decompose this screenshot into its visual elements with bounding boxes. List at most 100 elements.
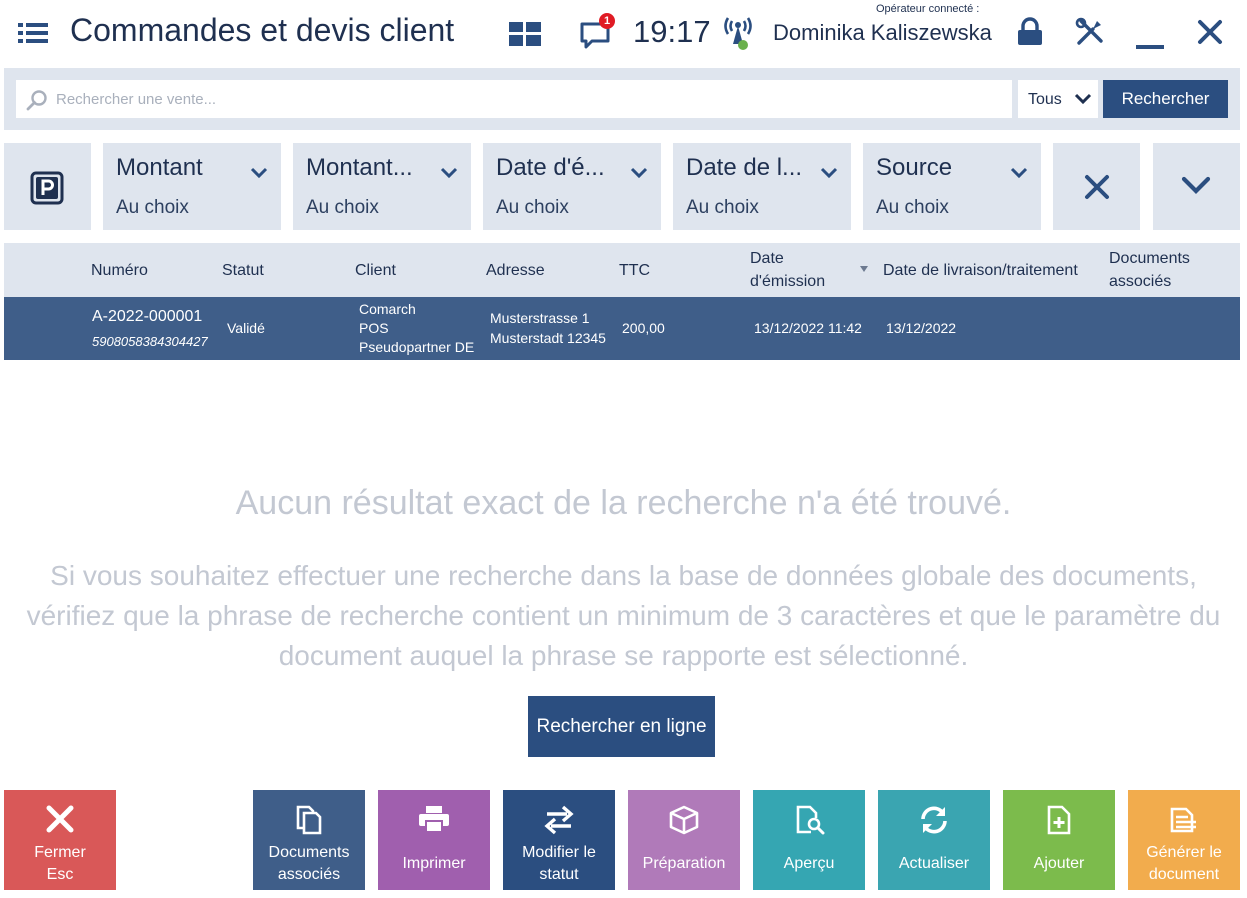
preparation-button[interactable]: Préparation [628, 790, 740, 890]
chevron-down-icon [440, 167, 458, 179]
row-numero: A-2022-000001 [92, 308, 203, 325]
column-header-ttc[interactable]: TTC [619, 259, 650, 282]
button-label: statut [539, 866, 579, 883]
swap-arrows-icon [544, 805, 574, 835]
connection-status-icon[interactable] [721, 14, 755, 57]
column-header-documents[interactable]: Documents associés [1109, 247, 1190, 293]
clock: 19:17 [633, 14, 711, 49]
sort-descending-icon [860, 266, 868, 272]
filter-value: Au choix [116, 197, 189, 218]
filter-value: Au choix [686, 197, 759, 218]
filter-value: Au choix [306, 197, 379, 218]
generate-document-button[interactable]: Générer le document [1128, 790, 1240, 890]
scope-select[interactable]: Tous [1018, 80, 1098, 118]
column-header-statut[interactable]: Statut [222, 259, 264, 282]
filter-title: Date d'é... [496, 154, 605, 181]
filter-title: Source [876, 154, 953, 181]
empty-state-title: Aucun résultat exact de la recherche n'a… [235, 484, 1012, 522]
documents-icon [296, 805, 322, 835]
filter-montant-2[interactable]: Montant... Au choix [293, 143, 471, 230]
filter-value: Au choix [496, 197, 569, 218]
close-icon [1085, 175, 1109, 199]
column-header-numero[interactable]: Numéro [91, 259, 148, 282]
chevron-down-icon [250, 167, 268, 179]
clear-filters-button[interactable] [1053, 143, 1140, 230]
tiles-icon[interactable] [509, 22, 541, 51]
chevron-down-icon [1074, 93, 1092, 105]
box-icon [669, 805, 699, 835]
preview-button[interactable]: Aperçu [753, 790, 865, 890]
column-header-label: Documents [1109, 250, 1190, 267]
header: Commandes et devis client 1 19:17 Opérat… [0, 0, 1247, 68]
search-button[interactable]: Rechercher [1103, 80, 1228, 118]
filter-title: Montant [116, 154, 203, 181]
filter-title: Date de l... [686, 154, 803, 181]
row-adresse: Musterstadt 12345 [490, 330, 606, 346]
change-status-button[interactable]: Modifier le statut [503, 790, 615, 890]
filter-date-emission[interactable]: Date d'é... Au choix [483, 143, 661, 230]
add-button[interactable]: Ajouter [1003, 790, 1115, 890]
button-label: Aperçu [783, 855, 835, 872]
parking-icon [30, 171, 64, 205]
lock-icon[interactable] [1016, 17, 1044, 52]
column-header-client[interactable]: Client [355, 259, 396, 282]
column-header-adresse[interactable]: Adresse [486, 259, 545, 282]
table-row[interactable]: A-2022-000001 5908058384304427 Validé Co… [4, 297, 1240, 360]
generate-document-icon [1170, 807, 1196, 833]
filter-montant[interactable]: Montant Au choix [103, 143, 281, 230]
table-header: Numéro Statut Client Adresse TTC Date d'… [4, 243, 1240, 297]
close-icon [46, 805, 74, 833]
associated-documents-button[interactable]: Documents associés [253, 790, 365, 890]
search-field[interactable] [16, 80, 1012, 118]
minimize-icon[interactable] [1136, 38, 1164, 56]
button-label: Actualiser [898, 855, 970, 872]
search-icon [26, 90, 47, 111]
button-label: Imprimer [402, 855, 466, 872]
expand-filters-button[interactable] [1153, 143, 1240, 230]
button-label: Préparation [642, 855, 726, 872]
chevron-down-icon [820, 167, 838, 179]
search-input[interactable] [56, 80, 1006, 118]
row-code: 5908058384304427 [92, 334, 208, 349]
button-label: associés [277, 866, 341, 883]
chevron-down-icon [1010, 167, 1028, 179]
row-client: Pseudopartner DE [359, 339, 474, 355]
filter-title: Montant... [306, 154, 413, 181]
column-header-date-livraison[interactable]: Date de livraison/traitement [883, 259, 1078, 282]
button-label: Documents [268, 844, 350, 861]
notification-badge: 1 [599, 13, 615, 29]
button-label: Modifier le [522, 844, 596, 861]
column-header-label: Date [750, 250, 784, 267]
row-date-emission: 13/12/2022 11:42 [754, 320, 862, 336]
refresh-icon [921, 806, 947, 834]
close-window-icon[interactable] [1197, 19, 1223, 50]
row-adresse: Musterstrasse 1 [490, 310, 590, 326]
search-online-button[interactable]: Rechercher en ligne [528, 696, 715, 757]
filter-date-livraison[interactable]: Date de l... Au choix [673, 143, 851, 230]
button-label: Fermer [34, 844, 86, 861]
empty-state-line: Si vous souhaitez effectuer une recherch… [50, 560, 1197, 591]
empty-state-line: document auquel la phrase se rapporte es… [278, 640, 969, 671]
button-label: Générer le [1146, 844, 1222, 861]
chevron-down-icon [1181, 176, 1211, 194]
row-statut: Validé [227, 320, 265, 336]
close-button[interactable]: Fermer Esc [4, 790, 116, 890]
print-button[interactable]: Imprimer [378, 790, 490, 890]
empty-state-line: vérifiez que la phrase de recherche cont… [26, 600, 1221, 631]
button-label: document [1148, 866, 1220, 883]
chevron-down-icon [630, 167, 648, 179]
column-header-label: d'émission [750, 273, 826, 290]
button-label: Esc [46, 866, 74, 883]
row-date-livraison: 13/12/2022 [886, 320, 957, 336]
page-title: Commandes et devis client [70, 12, 455, 48]
refresh-button[interactable]: Actualiser [878, 790, 990, 890]
add-document-icon [1047, 805, 1071, 835]
column-header-label: associés [1109, 273, 1172, 290]
filter-source[interactable]: Source Au choix [863, 143, 1041, 230]
scope-select-value: Tous [1028, 91, 1062, 108]
row-client: Comarch [359, 301, 416, 317]
parked-documents-button[interactable] [4, 143, 91, 230]
column-header-date-emission[interactable]: Date d'émission [750, 247, 825, 293]
menu-icon[interactable] [16, 20, 50, 46]
settings-tools-icon[interactable] [1074, 16, 1106, 53]
